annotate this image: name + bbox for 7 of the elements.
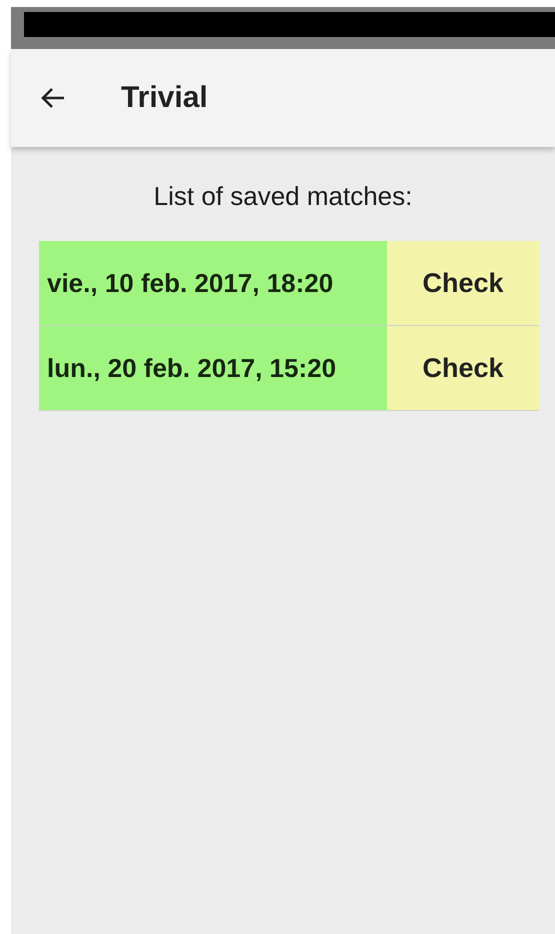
back-arrow-icon bbox=[40, 86, 66, 110]
match-date: vie., 10 feb. 2017, 18:20 bbox=[39, 241, 387, 325]
list-heading: List of saved matches: bbox=[152, 181, 414, 212]
screen-title: Trivial bbox=[121, 81, 208, 115]
check-button[interactable]: Check bbox=[387, 241, 539, 325]
match-date: lun., 20 feb. 2017, 15:20 bbox=[39, 326, 387, 410]
check-button[interactable]: Check bbox=[387, 326, 539, 410]
